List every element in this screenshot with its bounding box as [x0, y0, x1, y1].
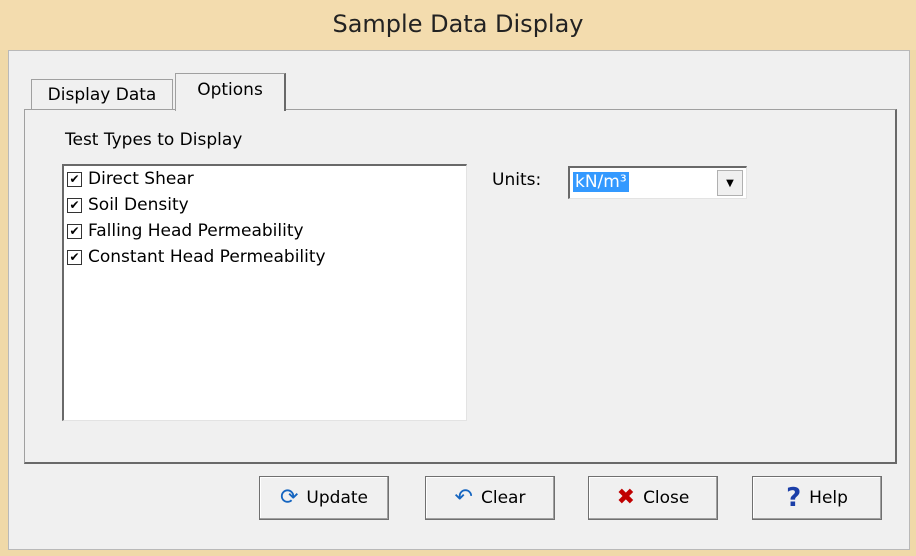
list-item-label: Direct Shear [88, 169, 194, 189]
title-bar: Sample Data Display [0, 0, 916, 50]
clear-button-label: Clear [480, 488, 526, 508]
update-button[interactable]: ⟳ Update [259, 476, 389, 520]
list-item[interactable]: ✔ Soil Density [64, 192, 466, 218]
checkbox[interactable]: ✔ [67, 197, 82, 213]
checkbox[interactable]: ✔ [67, 171, 82, 187]
refresh-icon: ⟳ [279, 485, 299, 510]
help-button[interactable]: ? Help [752, 476, 882, 520]
chevron-down-icon[interactable]: ▼ [717, 170, 743, 196]
close-icon: ✖ [616, 485, 636, 510]
list-item-label: Soil Density [88, 195, 189, 215]
help-button-label: Help [809, 488, 848, 508]
tab-options[interactable]: Options [175, 73, 286, 111]
units-label: Units: [492, 170, 542, 190]
dialog-client-area: Display Data Options Test Types to Displ… [8, 50, 910, 550]
window-title: Sample Data Display [332, 10, 584, 38]
close-button-label: Close [643, 488, 690, 508]
list-item-label: Constant Head Permeability [88, 247, 326, 267]
list-item-label: Falling Head Permeability [88, 221, 304, 241]
units-select[interactable]: kN/m³ ▼ [568, 166, 747, 199]
checkbox[interactable]: ✔ [67, 223, 82, 239]
undo-icon: ↶ [454, 485, 473, 510]
list-item[interactable]: ✔ Constant Head Permeability [64, 244, 466, 270]
help-icon: ? [786, 483, 802, 513]
update-button-label: Update [306, 488, 368, 508]
test-types-label: Test Types to Display [65, 130, 243, 150]
units-selected-value[interactable]: kN/m³ [573, 172, 629, 192]
list-item[interactable]: ✔ Falling Head Permeability [64, 218, 466, 244]
clear-button[interactable]: ↶ Clear [425, 476, 555, 520]
close-button[interactable]: ✖ Close [588, 476, 718, 520]
options-panel: Test Types to Display ✔ Direct Shear ✔ S… [24, 109, 897, 464]
checkbox[interactable]: ✔ [67, 249, 82, 265]
tab-display-data[interactable]: Display Data [31, 79, 173, 110]
test-types-listbox[interactable]: ✔ Direct Shear ✔ Soil Density ✔ Falling … [62, 164, 467, 421]
list-item[interactable]: ✔ Direct Shear [64, 166, 466, 192]
